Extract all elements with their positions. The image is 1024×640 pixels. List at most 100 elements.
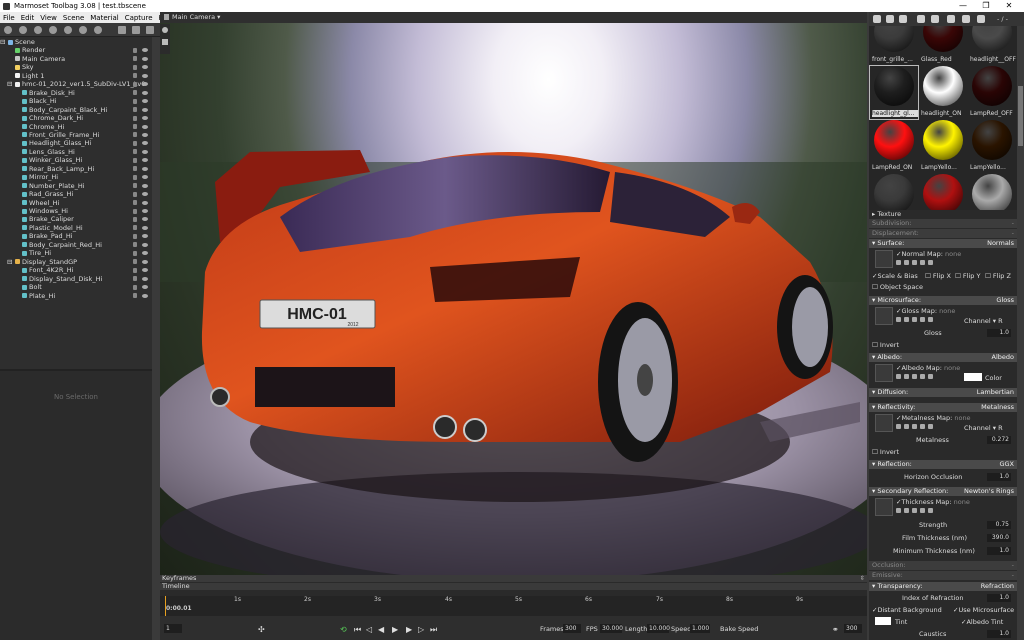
diffusion-section[interactable]: ▾ Diffusion: Lambertian bbox=[869, 388, 1017, 397]
settings-icon[interactable] bbox=[162, 27, 168, 33]
folder-icon[interactable] bbox=[118, 26, 126, 34]
flip-x-checkbox[interactable]: ☐ Flip X bbox=[925, 272, 951, 280]
outliner-row[interactable]: Light 1 bbox=[0, 72, 152, 81]
lock-icon[interactable] bbox=[133, 200, 137, 206]
visibility-eye-icon[interactable] bbox=[142, 285, 148, 290]
outliner-row[interactable]: Body_Carpaint_Red_Hi bbox=[0, 241, 152, 250]
outliner-row[interactable]: Chrome_Hi bbox=[0, 123, 152, 132]
outliner-row[interactable]: Sky bbox=[0, 63, 152, 72]
speed-field[interactable]: 1.000 bbox=[690, 624, 710, 633]
material-swatch[interactable]: LampYello... bbox=[919, 120, 967, 173]
gloss-field[interactable]: 1.0 bbox=[987, 329, 1011, 337]
outliner-row[interactable]: ⊟ Display_StandGP bbox=[0, 258, 152, 267]
metalness-field[interactable]: 0.272 bbox=[987, 436, 1011, 444]
link-icon[interactable]: ⚭ bbox=[832, 625, 839, 634]
metalness-channel[interactable]: Channel ▾ R bbox=[964, 424, 1003, 432]
microsurface-section[interactable]: ▾ Microsurface: Gloss bbox=[869, 296, 1017, 305]
reflection-section[interactable]: ▾ Reflection: GGX bbox=[869, 460, 1017, 469]
lock-icon[interactable] bbox=[133, 81, 137, 87]
strength-field[interactable]: 0.75 bbox=[987, 521, 1011, 529]
lock-icon[interactable] bbox=[133, 64, 137, 70]
timeline-bar[interactable]: Timeline bbox=[160, 583, 867, 590]
menu-file[interactable]: File bbox=[0, 14, 18, 22]
displacement-section[interactable]: Displacement: - bbox=[869, 229, 1017, 238]
thickness-map-slot[interactable] bbox=[875, 498, 893, 516]
metalness-invert-checkbox[interactable]: ☐ Invert bbox=[872, 448, 899, 456]
visibility-eye-icon[interactable] bbox=[142, 166, 148, 171]
copy-icon[interactable] bbox=[947, 15, 955, 23]
lock-icon[interactable] bbox=[133, 216, 137, 222]
gloss-channel[interactable]: Channel ▾ R bbox=[964, 317, 1003, 325]
reflectivity-section[interactable]: ▾ Reflectivity: Metalness bbox=[869, 403, 1017, 412]
outliner-row[interactable]: Font_4K2R_Hi bbox=[0, 266, 152, 275]
lock-icon[interactable] bbox=[133, 183, 137, 189]
maximize-button[interactable]: ❐ bbox=[975, 0, 997, 12]
3d-viewport[interactable]: HMC-01 2012 Main Camera ▾ bbox=[160, 12, 867, 575]
lock-icon[interactable] bbox=[133, 166, 137, 172]
visibility-eye-icon[interactable] bbox=[142, 251, 148, 256]
visibility-eye-icon[interactable] bbox=[142, 217, 148, 222]
tint-color-swatch[interactable] bbox=[875, 617, 891, 625]
visibility-eye-icon[interactable] bbox=[142, 293, 148, 298]
minimize-button[interactable]: — bbox=[952, 0, 974, 12]
outliner-row[interactable]: Brake_Disk_Hi bbox=[0, 89, 152, 98]
add-light-icon[interactable] bbox=[19, 26, 27, 34]
lock-icon[interactable] bbox=[133, 107, 137, 113]
end-frame-field[interactable]: 300 bbox=[844, 624, 862, 633]
outliner-row[interactable]: Rear_Back_Lamp_Hi bbox=[0, 165, 152, 174]
lock-icon[interactable] bbox=[133, 115, 137, 121]
material-swatch[interactable]: LampRed_OFF bbox=[968, 66, 1016, 119]
material-swatch[interactable] bbox=[919, 174, 967, 212]
lock-icon[interactable] bbox=[133, 98, 137, 104]
material-scrollbar[interactable] bbox=[1017, 26, 1024, 212]
outliner-row[interactable]: Mirror_Hi bbox=[0, 173, 152, 182]
menu-view[interactable]: View bbox=[37, 14, 60, 22]
visibility-eye-icon[interactable] bbox=[142, 268, 148, 273]
outliner-row[interactable]: Wheel_Hi bbox=[0, 199, 152, 208]
expand-toggle-icon[interactable]: ⊟ bbox=[7, 258, 12, 267]
visibility-eye-icon[interactable] bbox=[142, 234, 148, 239]
outliner-row[interactable]: ⊟ hmc-01_2012_ver1.5_SubDiv-LV1_Lv0 bbox=[0, 80, 152, 89]
lock-icon[interactable] bbox=[133, 56, 137, 62]
scale-bias-checkbox[interactable]: ✓Scale & Bias bbox=[872, 272, 918, 280]
lock-icon[interactable] bbox=[133, 90, 137, 96]
visibility-eye-icon[interactable] bbox=[142, 200, 148, 205]
material-swatch[interactable]: headlight_gl... bbox=[869, 65, 919, 120]
material-swatch[interactable]: headlight_ON bbox=[919, 66, 967, 119]
visibility-eye-icon[interactable] bbox=[142, 48, 148, 53]
expand-toggle-icon[interactable]: ⊟ bbox=[7, 80, 12, 89]
lock-icon[interactable] bbox=[133, 191, 137, 197]
paint-icon[interactable] bbox=[886, 15, 894, 23]
visibility-eye-icon[interactable] bbox=[142, 276, 148, 281]
settings-icon[interactable] bbox=[977, 15, 985, 23]
outliner-row[interactable]: Bolt bbox=[0, 283, 152, 292]
lock-icon[interactable] bbox=[133, 149, 137, 155]
visibility-eye-icon[interactable] bbox=[142, 116, 148, 121]
expand-toggle-icon[interactable]: ⊟ bbox=[0, 38, 5, 47]
outliner-row[interactable]: Body_Carpaint_Black_Hi bbox=[0, 106, 152, 115]
play-icon[interactable]: ▶ bbox=[392, 625, 398, 634]
lock-icon[interactable] bbox=[133, 233, 137, 239]
normal-map-slot[interactable] bbox=[875, 250, 893, 268]
visibility-eye-icon[interactable] bbox=[142, 99, 148, 104]
menu-edit[interactable]: Edit bbox=[18, 14, 38, 22]
outliner-row[interactable]: Brake_Caliper bbox=[0, 215, 152, 224]
time-ruler[interactable]: 0:00.01 1s 2s 3s 4s 5s 6s 7s 8s 9s bbox=[160, 596, 867, 616]
material-swatch[interactable] bbox=[968, 174, 1016, 212]
menu-material[interactable]: Material bbox=[87, 14, 121, 22]
add-turntable-icon[interactable] bbox=[94, 26, 102, 34]
duplicate-icon[interactable] bbox=[132, 26, 140, 34]
visibility-eye-icon[interactable] bbox=[142, 124, 148, 129]
min-thickness-field[interactable]: 1.0 bbox=[987, 547, 1011, 555]
outliner-row[interactable]: Front_Grille_Frame_Hi bbox=[0, 131, 152, 140]
outliner-row[interactable]: Rad_Grass_Hi bbox=[0, 190, 152, 199]
material-swatch[interactable]: LampYello... bbox=[968, 120, 1016, 173]
outliner-row[interactable]: Number_Plate_Hi bbox=[0, 182, 152, 191]
add-camera-icon[interactable] bbox=[34, 26, 42, 34]
visibility-eye-icon[interactable] bbox=[142, 65, 148, 70]
texture-section[interactable]: ▸ Texture bbox=[872, 210, 901, 218]
trash-icon[interactable] bbox=[931, 15, 939, 23]
albedo-section[interactable]: ▾ Albedo: Albedo bbox=[869, 353, 1017, 362]
add-fog-icon[interactable] bbox=[79, 26, 87, 34]
length-field[interactable]: 10.000 bbox=[647, 624, 670, 633]
